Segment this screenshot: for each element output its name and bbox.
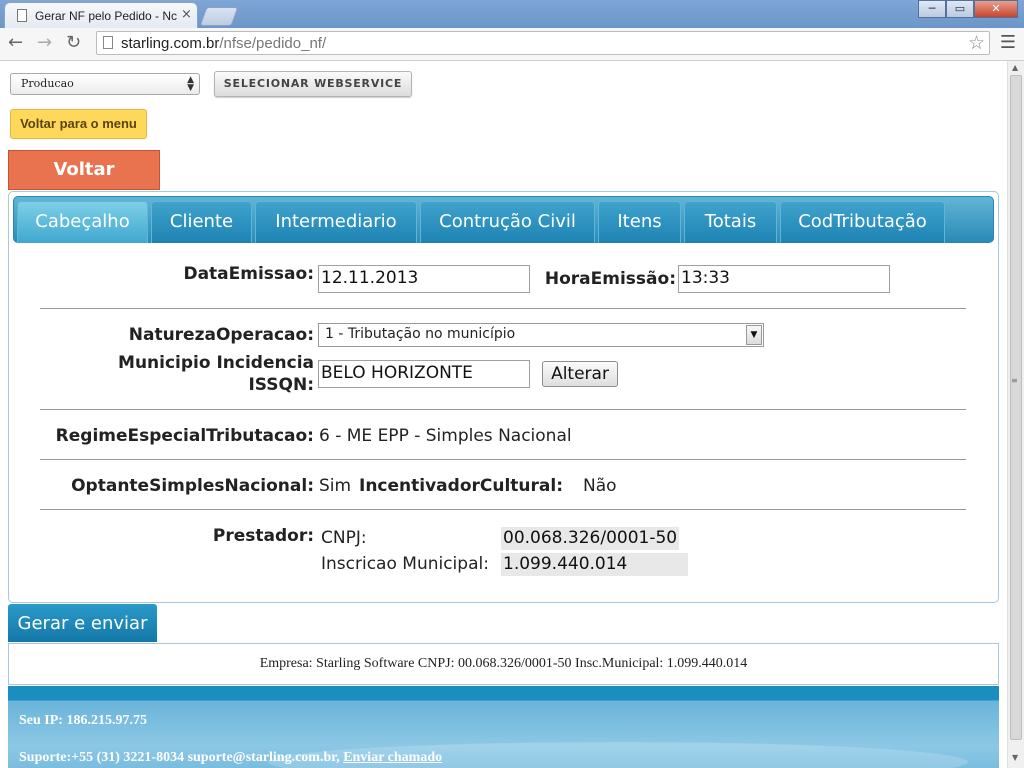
scrollbar-grip-icon: ≡ (1011, 376, 1018, 385)
optante-simples-label: OptanteSimplesNacional: (71, 476, 314, 496)
page-favicon-icon (17, 9, 27, 22)
inscricao-municipal-label: Inscricao Municipal: (321, 554, 489, 574)
back-button[interactable]: Voltar (8, 150, 160, 190)
natureza-operacao-select[interactable]: 1 - Tributação no município ▼ (318, 323, 764, 347)
browser-titlebar: Gerar NF pelo Pedido - Nc × ─ ▭ ✕ (0, 0, 1024, 28)
maximize-button[interactable]: ▭ (946, 0, 974, 18)
tab-codtributacao[interactable]: CodTributação (780, 201, 945, 243)
divider (40, 459, 966, 460)
tab-totais[interactable]: Totais (684, 201, 777, 243)
tab-cliente[interactable]: Cliente (151, 201, 252, 243)
natureza-operacao-value: 1 - Tributação no município (325, 326, 516, 342)
footer: Seu IP: 186.215.97.75 Suporte:+55 (31) 3… (8, 686, 999, 768)
browser-toolbar: ← → ↻ starling.com.br/nfse/pedido_nf/ ☆ … (0, 28, 1024, 61)
star-icon[interactable]: ☆ (968, 32, 985, 54)
divider (40, 308, 966, 309)
empresa-info: Empresa: Starling Software CNPJ: 00.068.… (259, 656, 748, 671)
tab-title: Gerar NF pelo Pedido - Nc (35, 9, 177, 23)
divider (40, 409, 966, 410)
address-bar[interactable]: starling.com.br/nfse/pedido_nf/ ☆ (96, 31, 990, 55)
forward-icon[interactable]: → (37, 32, 52, 53)
scroll-down-icon[interactable]: ▼ (1012, 753, 1018, 762)
window-controls: ─ ▭ ✕ (918, 0, 1018, 18)
support-info: Suporte:+55 (31) 3221-8034 suporte@starl… (19, 750, 443, 765)
back-icon[interactable]: ← (8, 32, 23, 53)
minimize-button[interactable]: ─ (918, 0, 946, 18)
prestador-label: Prestador: (212, 526, 314, 546)
hora-emissao-label: HoraEmissão: (544, 269, 676, 289)
regime-especial-label: RegimeEspecialTributacao: (55, 426, 314, 446)
updown-caret-icon: ▲ ▼ (187, 75, 194, 93)
close-window-button[interactable]: ✕ (974, 0, 1018, 18)
tab-intermediario[interactable]: Intermediario (255, 201, 417, 243)
municipio-label-line1: Municipio Incidencia (118, 353, 314, 373)
back-to-menu-button[interactable]: Voltar para o menu (10, 109, 147, 139)
cnpj-label: CNPJ: (321, 528, 367, 548)
page-icon (103, 36, 113, 49)
natureza-operacao-label: NaturezaOperacao: (128, 325, 314, 345)
select-webservice-button[interactable]: SELECIONAR WEBSERVICE (214, 71, 412, 97)
municipio-label-line2: ISSQN: (248, 375, 314, 395)
empresa-info-box: Empresa: Starling Software CNPJ: 00.068.… (8, 643, 999, 685)
user-ip: Seu IP: 186.215.97.75 (19, 713, 147, 728)
menu-icon[interactable]: ☰ (1000, 32, 1016, 53)
url-text: starling.com.br/nfse/pedido_nf/ (121, 35, 327, 52)
optante-simples-value: Sim (319, 476, 352, 496)
dropdown-arrow-icon[interactable]: ▼ (746, 325, 762, 345)
inscricao-municipal-value: 1.099.440.014 (501, 553, 688, 576)
scroll-up-icon[interactable]: ▲ (1012, 63, 1018, 72)
scrollbar-thumb[interactable] (1010, 75, 1022, 740)
reload-icon[interactable]: ↻ (66, 32, 81, 53)
browser-tab[interactable]: Gerar NF pelo Pedido - Nc × (4, 2, 198, 28)
municipio-input[interactable]: BELO HORIZONTE (318, 360, 530, 388)
tab-construcao-civil[interactable]: Contrução Civil (420, 201, 595, 243)
hora-emissao-input[interactable]: 13:33 (678, 265, 890, 293)
regime-especial-value: 6 - ME EPP - Simples Nacional (319, 426, 572, 446)
new-tab-button[interactable] (199, 7, 239, 26)
incentivador-cultural-label: IncentivadorCultural: (359, 476, 563, 496)
data-emissao-input[interactable]: 12.11.2013 (318, 265, 530, 293)
close-tab-icon[interactable]: × (181, 7, 192, 22)
cnpj-value: 00.068.326/0001-50 (501, 527, 680, 550)
incentivador-cultural-value: Não (583, 476, 617, 496)
webservice-selected-value: Producao (21, 77, 74, 90)
webservice-select[interactable]: Producao ▲ ▼ (10, 73, 200, 95)
tab-itens[interactable]: Itens (598, 201, 681, 243)
vertical-scrollbar[interactable]: ▲ ≡ ▼ (1007, 61, 1024, 768)
tab-cabecalho[interactable]: Cabeçalho (17, 201, 148, 243)
data-emissao-label: DataEmissao: (183, 264, 314, 284)
enviar-chamado-link[interactable]: Enviar chamado (343, 750, 442, 765)
alterar-button[interactable]: Alterar (542, 361, 618, 387)
gerar-enviar-button[interactable]: Gerar e enviar (8, 604, 157, 642)
divider (40, 509, 966, 510)
